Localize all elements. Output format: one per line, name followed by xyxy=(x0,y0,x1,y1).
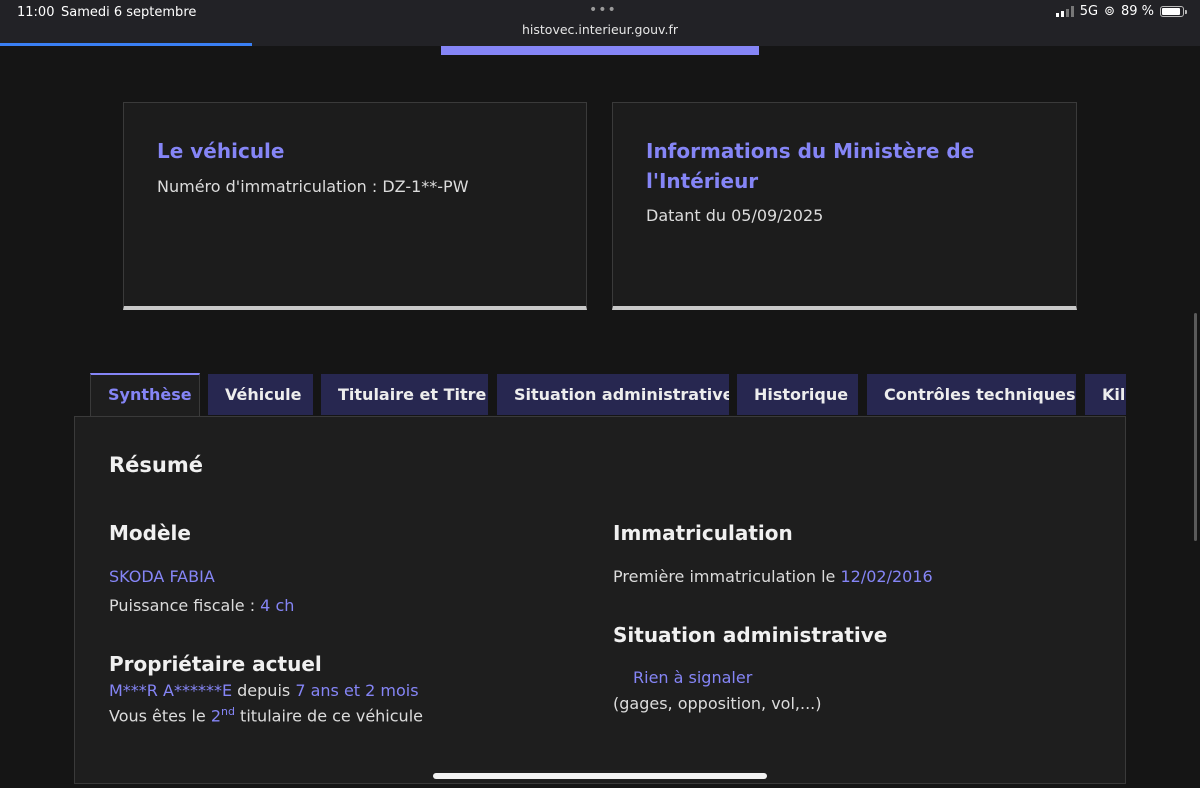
page-load-progress xyxy=(0,43,252,46)
cellular-signal-icon xyxy=(1055,6,1074,17)
admin-status: Rien à signaler xyxy=(633,668,753,687)
ministry-card: Informations du Ministère de l'Intérieur… xyxy=(612,102,1077,310)
admin-heading: Situation administrative xyxy=(613,623,888,647)
registration-number: Numéro d'immatriculation : DZ-1**-PW xyxy=(157,177,469,196)
admin-detail: (gages, opposition, vol,...) xyxy=(613,694,822,713)
owner-since-label: depuis xyxy=(232,681,296,700)
registration-heading: Immatriculation xyxy=(613,521,793,545)
home-indicator[interactable] xyxy=(433,773,767,779)
scrollbar-thumb[interactable] xyxy=(1194,313,1197,541)
report-date: Datant du 05/09/2025 xyxy=(646,206,824,225)
battery-percent: 89 % xyxy=(1120,4,1154,19)
summary-panel: Résumé Modèle SKODA FABIA Puissance fisc… xyxy=(74,416,1126,784)
tab-synthese[interactable]: Synthèse xyxy=(90,373,200,417)
ministry-card-title: Informations du Ministère de l'Intérieur xyxy=(646,139,975,193)
status-indicators: 5G ⊚ 89 % xyxy=(1055,4,1187,19)
status-bar: 11:00 Samedi 6 septembre ••• histovec.in… xyxy=(0,0,1200,46)
tab-vehicule[interactable]: Véhicule xyxy=(208,374,313,415)
status-time: 11:00 xyxy=(17,5,55,20)
first-registration: Première immatriculation le 12/02/2016 xyxy=(613,567,933,586)
model-heading: Modèle xyxy=(109,521,191,545)
first-registration-date: 12/02/2016 xyxy=(840,567,933,586)
more-icon[interactable]: ••• xyxy=(589,2,617,18)
report-tabs: Synthèse Véhicule Titulaire et Titre Sit… xyxy=(90,373,1126,417)
tab-kilometrage[interactable]: Kilométrage xyxy=(1085,374,1126,415)
summary-title: Résumé xyxy=(109,453,203,477)
first-registration-label: Première immatriculation le xyxy=(613,567,841,586)
fiscal-power: Puissance fiscale : 4 ch xyxy=(109,596,294,615)
fiscal-power-value: 4 ch xyxy=(260,596,295,615)
owner-rank-suffix: nd xyxy=(221,705,235,718)
header-accent-bar xyxy=(441,46,759,55)
owner-heading: Propriétaire actuel xyxy=(109,652,322,676)
tab-controles-techniques[interactable]: Contrôles techniques xyxy=(867,374,1076,415)
vehicle-card-title: Le véhicule xyxy=(157,139,285,163)
address-bar-url[interactable]: histovec.interieur.gouv.fr xyxy=(0,22,1200,37)
tab-situation-administrative[interactable]: Situation administrative xyxy=(497,374,729,415)
fiscal-power-label: Puissance fiscale : xyxy=(109,596,261,615)
owner-duration: 7 ans et 2 mois xyxy=(295,681,419,700)
status-date: Samedi 6 septembre xyxy=(61,5,197,20)
model-name: SKODA FABIA xyxy=(109,567,215,586)
owner-name: M***R A******E xyxy=(109,681,233,700)
vehicle-card: Le véhicule Numéro d'immatriculation : D… xyxy=(123,102,587,310)
owner-rank-rest: titulaire de ce véhicule xyxy=(234,706,423,726)
network-type: 5G xyxy=(1079,4,1099,19)
owner-rank: Vous êtes le 2nd titulaire de ce véhicul… xyxy=(109,705,423,725)
owner-rank-prefix: Vous êtes le xyxy=(109,706,211,726)
battery-icon xyxy=(1160,6,1187,17)
tab-historique[interactable]: Historique xyxy=(737,374,858,415)
owner-rank-number: 2 xyxy=(210,706,221,726)
tab-titulaire[interactable]: Titulaire et Titre xyxy=(321,374,488,415)
orientation-lock-icon: ⊚ xyxy=(1104,4,1115,19)
owner-line: M***R A******E depuis 7 ans et 2 mois xyxy=(109,681,419,700)
